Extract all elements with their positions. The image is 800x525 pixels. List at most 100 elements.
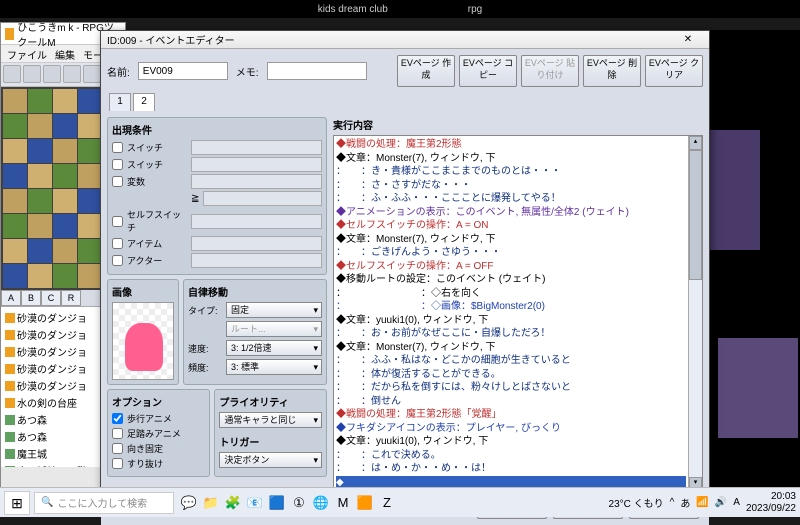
cond-field[interactable]	[191, 140, 322, 155]
memo-input[interactable]	[267, 62, 367, 80]
tray-chevron-icon[interactable]: ^	[670, 497, 675, 508]
cond-field[interactable]	[203, 191, 322, 206]
route-button[interactable]: ルート...	[226, 321, 322, 337]
clock[interactable]: 20:03 2023/09/22	[746, 491, 796, 515]
tray-wifi-icon[interactable]: 📶	[696, 497, 708, 508]
option-checkbox[interactable]	[112, 428, 123, 439]
command-line[interactable]: ◆セルフスイッチの操作：A = ON	[336, 219, 686, 233]
option-checkbox[interactable]	[112, 443, 123, 454]
type-label: タイプ:	[188, 304, 222, 317]
command-line[interactable]: ◆文章：yuuki1(0), ウィンドウ, 下	[336, 314, 686, 328]
map-canvas[interactable]	[708, 30, 800, 498]
cond-checkbox[interactable]	[112, 238, 123, 249]
priority-dropdown[interactable]: 通常キャラと同じ	[219, 412, 322, 428]
command-line[interactable]: ： ：◇右を向く	[336, 287, 686, 301]
taskbar-app-icon[interactable]: 📧	[244, 492, 266, 514]
ev-page-button[interactable]: EVページ コピー	[459, 55, 517, 87]
option-checkbox[interactable]	[112, 413, 123, 424]
option-label: 歩行アニメ	[127, 412, 187, 425]
toolbar-btn[interactable]	[3, 65, 21, 83]
command-line[interactable]: ： ：体が復活することができる。	[336, 368, 686, 382]
page-tab-1[interactable]: 1	[109, 93, 131, 111]
ev-page-button[interactable]: EVページ 作成	[397, 55, 455, 87]
trigger-dropdown[interactable]: 決定ボタン	[219, 452, 322, 468]
command-line[interactable]: ◆アニメーションの表示：このイベント, 無属性/全体2 (ウェイト)	[336, 206, 686, 220]
command-line[interactable]: ： ：ふ・ふふ・・・ここことに爆発してやる！	[336, 192, 686, 206]
scroll-thumb[interactable]	[689, 150, 702, 280]
speed-dropdown[interactable]: 3: 1/2倍速	[226, 340, 322, 356]
command-line[interactable]: ◆移動ルートの設定：このイベント (ウェイト)	[336, 273, 686, 287]
taskbar-app-icon[interactable]: 📁	[200, 492, 222, 514]
close-icon[interactable]: ✕	[673, 34, 703, 45]
toolbar-btn[interactable]	[23, 65, 41, 83]
toolbar-btn[interactable]	[63, 65, 81, 83]
command-line[interactable]: ◆フキダシアイコンの表示：プレイヤー, びっくり	[336, 422, 686, 436]
start-button[interactable]: ⊞	[4, 491, 30, 515]
cond-checkbox[interactable]	[112, 255, 123, 266]
search-input[interactable]: 🔍 ここに入力して検索	[34, 492, 174, 514]
scroll-up-icon[interactable]: ▴	[689, 136, 702, 150]
tiletab-b[interactable]: B	[21, 290, 41, 306]
command-line[interactable]: ◆文章：Monster(7), ウィンドウ, 下	[336, 233, 686, 247]
toolbar-btn[interactable]	[83, 65, 101, 83]
cond-field[interactable]	[191, 214, 322, 229]
command-line[interactable]: ◆戦闘の処理：魔王第2形態	[336, 138, 686, 152]
command-line[interactable]: ： ：お・お前がなぜここに・自爆しただろ！	[336, 327, 686, 341]
cond-checkbox[interactable]	[112, 142, 123, 153]
ev-page-button[interactable]: EVページ 削除	[583, 55, 641, 87]
tiletab-c[interactable]: C	[41, 290, 61, 306]
cond-label: セルフスイッチ	[127, 208, 187, 234]
command-line[interactable]: ◆戦闘の処理：魔王第2形態「覚醒」	[336, 408, 686, 422]
command-line[interactable]: ： ：ふふ・私はな・どこかの細胞が生きていると	[336, 354, 686, 368]
command-line[interactable]: ： ：だから私を倒すには、粉々けしとばさないと	[336, 381, 686, 395]
image-header: 画像	[112, 284, 174, 299]
tiletab-r[interactable]: R	[61, 290, 81, 306]
cond-field[interactable]	[191, 157, 322, 172]
command-line[interactable]: ： ：倒せん	[336, 395, 686, 409]
cond-field[interactable]	[191, 174, 322, 189]
command-line[interactable]: ： ：これで決める。	[336, 449, 686, 463]
event-image[interactable]	[112, 302, 174, 380]
menu-file[interactable]: ファイル	[7, 47, 47, 60]
type-dropdown[interactable]: 固定	[226, 302, 322, 318]
cond-checkbox[interactable]	[112, 159, 123, 170]
freq-dropdown[interactable]: 3: 標準	[226, 359, 322, 375]
weather-widget[interactable]: 23°C くもり	[609, 495, 664, 510]
menu-edit[interactable]: 編集	[55, 47, 75, 60]
taskbar-app-icon[interactable]: M	[332, 492, 354, 514]
command-line[interactable]: ◆セルフスイッチの操作：A = OFF	[336, 260, 686, 274]
taskbar-app-icon[interactable]: 💬	[178, 492, 200, 514]
cond-checkbox[interactable]	[112, 216, 123, 227]
tray-volume-icon[interactable]: 🔊	[715, 497, 727, 508]
command-line[interactable]: ： ：◇画像：$BigMonster2(0)	[336, 300, 686, 314]
taskbar-app-icon[interactable]: Z	[376, 492, 398, 514]
command-line[interactable]: ： ：さ・さすがだな・・・	[336, 179, 686, 193]
ev-page-button[interactable]: EVページ クリア	[645, 55, 703, 87]
taskbar-app-icon[interactable]: ①	[288, 492, 310, 514]
tiletab-a[interactable]: A	[1, 290, 21, 306]
taskbar-app-icon[interactable]: 🌐	[310, 492, 332, 514]
clock-date: 2023/09/22	[746, 503, 796, 515]
toolbar-btn[interactable]	[43, 65, 61, 83]
taskbar-app-icon[interactable]: 🧩	[222, 492, 244, 514]
cond-field[interactable]	[191, 253, 322, 268]
cond-label: 変数	[127, 175, 187, 188]
command-line[interactable]: ： ：は・め・か・・め・・は！	[336, 462, 686, 476]
command-line[interactable]: ： ：ごきげんよう・さゆう・・・	[336, 246, 686, 260]
tray-ime-icon[interactable]: あ	[680, 495, 690, 510]
command-line[interactable]: ◆文章：yuuki1(0), ウィンドウ, 下	[336, 435, 686, 449]
cond-label: アイテム	[127, 237, 187, 250]
cond-checkbox[interactable]	[112, 176, 123, 187]
command-list[interactable]: ◆戦闘の処理：魔王第2形態◆文章：Monster(7), ウィンドウ, 下： ：…	[334, 136, 688, 491]
scrollbar[interactable]: ▴ ▾	[688, 136, 702, 491]
command-line[interactable]: ： ：き・貴様がここまこまでのものとは・・・	[336, 165, 686, 179]
page-tab-2[interactable]: 2	[133, 93, 155, 111]
option-checkbox[interactable]	[112, 458, 123, 469]
tray-a-icon[interactable]: A	[733, 497, 740, 508]
taskbar-app-icon[interactable]: 🟦	[266, 492, 288, 514]
command-line[interactable]: ◆文章：Monster(7), ウィンドウ, 下	[336, 341, 686, 355]
taskbar-app-icon[interactable]: 🟧	[354, 492, 376, 514]
cond-field[interactable]	[191, 236, 322, 251]
command-line[interactable]: ◆文章：Monster(7), ウィンドウ, 下	[336, 152, 686, 166]
name-input[interactable]	[138, 62, 228, 80]
